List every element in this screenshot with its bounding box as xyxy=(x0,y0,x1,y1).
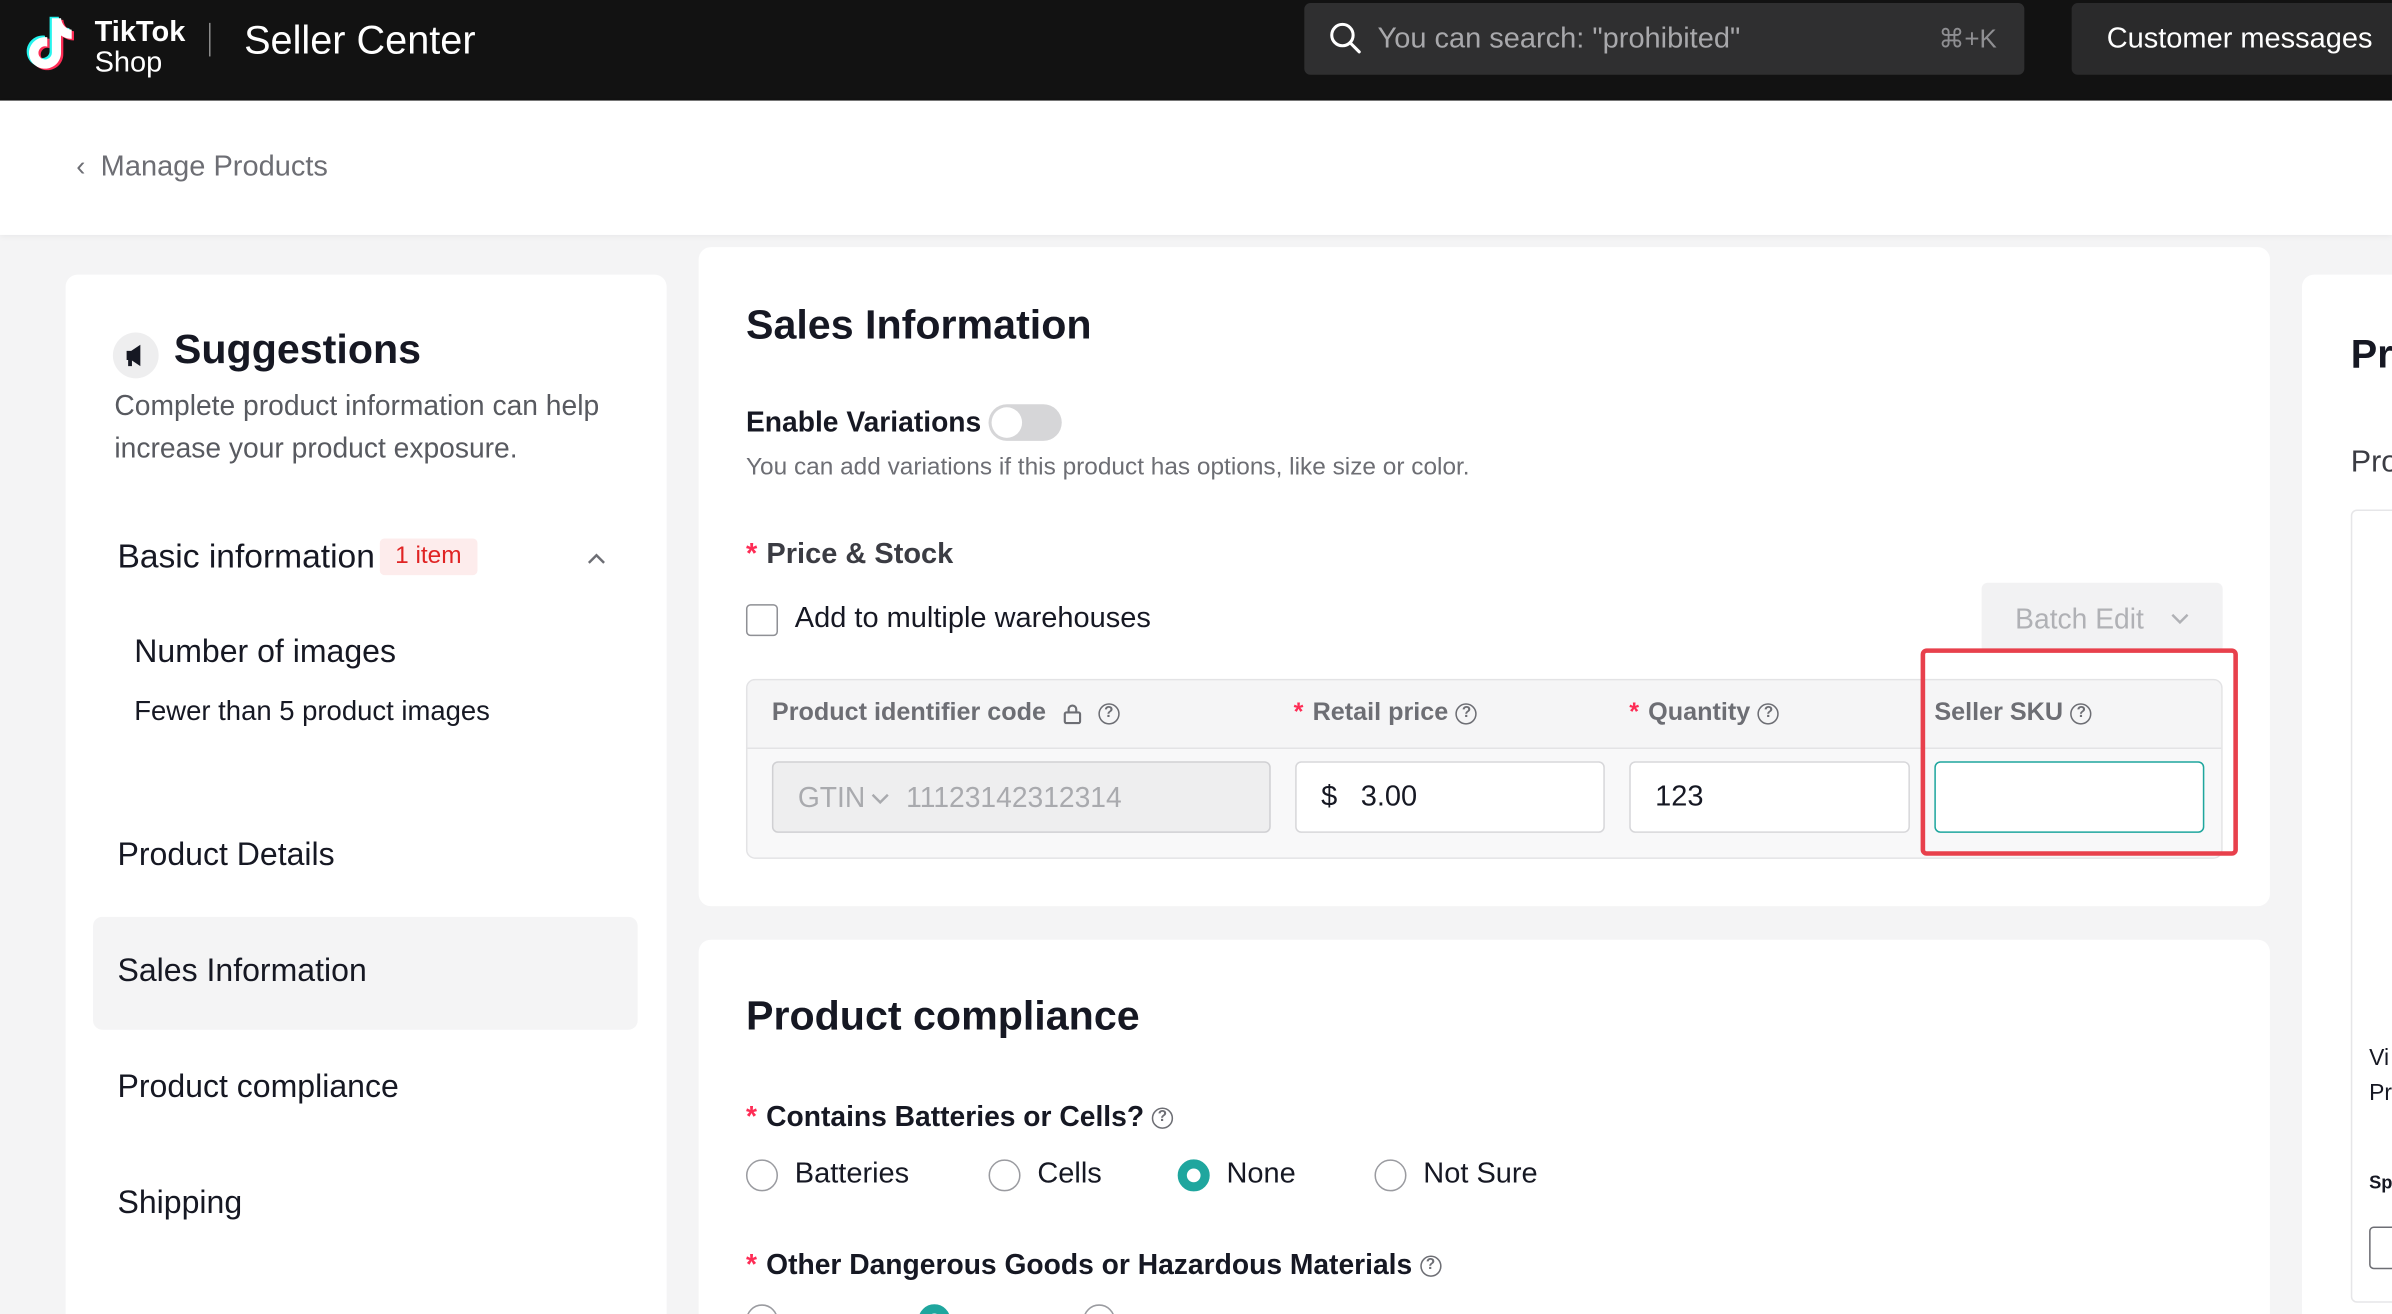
variations-help-text: You can add variations if this product h… xyxy=(745,454,1470,481)
quantity-input[interactable]: 123 xyxy=(1629,761,1910,833)
dangerous-goods-question-label: Other Dangerous Goods or Hazardous Mater… xyxy=(766,1247,1413,1280)
product-compliance-title: Product compliance xyxy=(745,993,1140,1039)
preview-text-line: Pr xyxy=(2369,1080,2392,1106)
multiple-warehouses-label[interactable]: Add to multiple warehouses xyxy=(795,603,1151,637)
retail-price-input[interactable]: $ 3.00 xyxy=(1295,761,1605,833)
megaphone-icon xyxy=(112,332,159,379)
radio-batteries[interactable] xyxy=(745,1159,779,1192)
global-search[interactable]: You can search: "prohibited" ⌘+K xyxy=(1304,3,2025,75)
tiktok-shop-logo[interactable]: TikTok Shop xyxy=(15,9,186,79)
breadcrumb-bar: ‹ Manage Products xyxy=(0,100,2392,235)
radio-label-batteries[interactable]: Batteries xyxy=(795,1158,909,1192)
customer-messages-label: Customer messages xyxy=(2106,22,2373,55)
preview-panel: Pr Pro Vi Pr Sp xyxy=(2301,274,2392,1314)
suggestions-title: Suggestions xyxy=(173,326,422,373)
header-quantity-label: Quantity xyxy=(1648,698,1751,727)
product-compliance-card: Product compliance * Contains Batteries o… xyxy=(698,939,2270,1314)
price-stock-label: * Price & Stock xyxy=(746,539,953,573)
required-marker: * xyxy=(745,1099,757,1132)
radio-label-none[interactable]: None xyxy=(1227,1158,1296,1192)
radio-label-not-sure[interactable]: Not Sure xyxy=(1423,1158,1537,1192)
preview-text-line: Sp xyxy=(2369,1171,2392,1193)
required-marker: * xyxy=(745,1247,757,1280)
radio-label-cells[interactable]: Cells xyxy=(1037,1158,1101,1192)
preview-subtitle: Pro xyxy=(2350,445,2392,480)
seller-sku-highlight xyxy=(1920,648,2238,856)
chevron-up-icon[interactable] xyxy=(584,546,608,570)
identifier-value: 11123142312314 xyxy=(906,781,1122,814)
sales-information-title: Sales Information xyxy=(745,302,1092,348)
suggestion-item-description: Fewer than 5 product images xyxy=(134,695,490,727)
logo-line-shop: Shop xyxy=(94,47,163,80)
header-retail-price: * Retail price? xyxy=(1294,699,1478,728)
logo-text: TikTok Shop xyxy=(95,18,186,79)
preview-title: Pr xyxy=(2350,331,2392,377)
sidebar-item-sales-information[interactable]: Sales Information xyxy=(117,953,366,990)
sidebar-item-shipping[interactable]: Shipping xyxy=(117,1185,242,1222)
batteries-question: * Contains Batteries or Cells?? xyxy=(745,1099,1174,1134)
tiktok-logo-icon xyxy=(26,16,74,71)
radio-option[interactable] xyxy=(918,1304,951,1314)
enable-variations-toggle[interactable] xyxy=(988,404,1062,441)
identifier-field: GTIN 11123142312314 xyxy=(771,761,1271,833)
identifier-type: GTIN xyxy=(797,781,866,814)
radio-option[interactable] xyxy=(745,1304,779,1314)
basic-information-section[interactable]: Basic information xyxy=(117,537,374,577)
suggestion-item-title[interactable]: Number of images xyxy=(134,635,396,672)
multiple-warehouses-checkbox[interactable] xyxy=(745,604,779,637)
enable-variations-label: Enable Variations xyxy=(745,405,982,438)
required-marker: * xyxy=(1629,698,1640,727)
required-marker: * xyxy=(1293,698,1304,727)
radio-option[interactable] xyxy=(1083,1304,1116,1314)
basic-information-badge: 1 item xyxy=(379,538,477,576)
header-retail-price-label: Retail price xyxy=(1312,698,1449,727)
preview-text-line: Vi xyxy=(2369,1044,2390,1071)
sidebar-item-product-compliance[interactable]: Product compliance xyxy=(117,1069,398,1106)
chevron-left-icon: ‹ xyxy=(76,151,86,182)
preview-control[interactable] xyxy=(2369,1226,2392,1270)
breadcrumb-back-link[interactable]: ‹ Manage Products xyxy=(76,151,328,185)
batch-edit-button[interactable]: Batch Edit xyxy=(1981,582,2223,653)
help-icon[interactable]: ? xyxy=(1419,1255,1442,1278)
suggestions-description: Complete product information can help in… xyxy=(114,389,600,464)
help-icon[interactable]: ? xyxy=(1757,702,1780,725)
app-title: Seller Center xyxy=(244,16,476,63)
dangerous-goods-question: * Other Dangerous Goods or Hazardous Mate… xyxy=(745,1247,1442,1282)
search-placeholder: You can search: "prohibited" xyxy=(1377,22,1741,55)
batteries-question-label: Contains Batteries or Cells? xyxy=(766,1099,1145,1132)
radio-cells[interactable] xyxy=(988,1159,1021,1192)
help-icon[interactable]: ? xyxy=(1455,702,1478,725)
logo-line-tiktok: TikTok xyxy=(94,16,186,49)
batch-edit-label: Batch Edit xyxy=(2015,602,2144,635)
required-marker: * xyxy=(745,538,758,571)
suggestions-panel: Suggestions Complete product information… xyxy=(65,274,667,1314)
help-icon[interactable]: ? xyxy=(1098,702,1120,725)
customer-messages-button[interactable]: Customer messages xyxy=(2071,3,2392,75)
help-icon[interactable]: ? xyxy=(1151,1107,1174,1130)
price-stock-text: Price & Stock xyxy=(766,538,954,571)
currency-symbol: $ xyxy=(1321,781,1338,814)
sidebar-item-product-details[interactable]: Product Details xyxy=(117,837,334,874)
quantity-value: 123 xyxy=(1655,781,1704,814)
radio-not-sure[interactable] xyxy=(1374,1159,1407,1192)
header-identifier: Product identifier code ? xyxy=(772,699,1120,728)
topbar-divider xyxy=(208,22,211,57)
sales-information-card: Sales Information Enable Variations You … xyxy=(698,247,2270,907)
top-bar: TikTok Shop Seller Center You can search… xyxy=(0,0,2392,101)
retail-price-value: 3.00 xyxy=(1360,781,1418,814)
header-identifier-label: Product identifier code xyxy=(771,698,1047,727)
radio-none[interactable] xyxy=(1177,1159,1210,1192)
lock-icon xyxy=(1064,703,1082,724)
search-shortcut: ⌘+K xyxy=(1938,24,1997,54)
chevron-down-icon xyxy=(2171,613,2189,625)
breadcrumb-label: Manage Products xyxy=(100,151,328,184)
search-icon xyxy=(1330,22,1361,54)
header-quantity: * Quantity? xyxy=(1629,698,1780,728)
toggle-knob xyxy=(991,407,1023,438)
chevron-down-icon xyxy=(871,793,889,805)
